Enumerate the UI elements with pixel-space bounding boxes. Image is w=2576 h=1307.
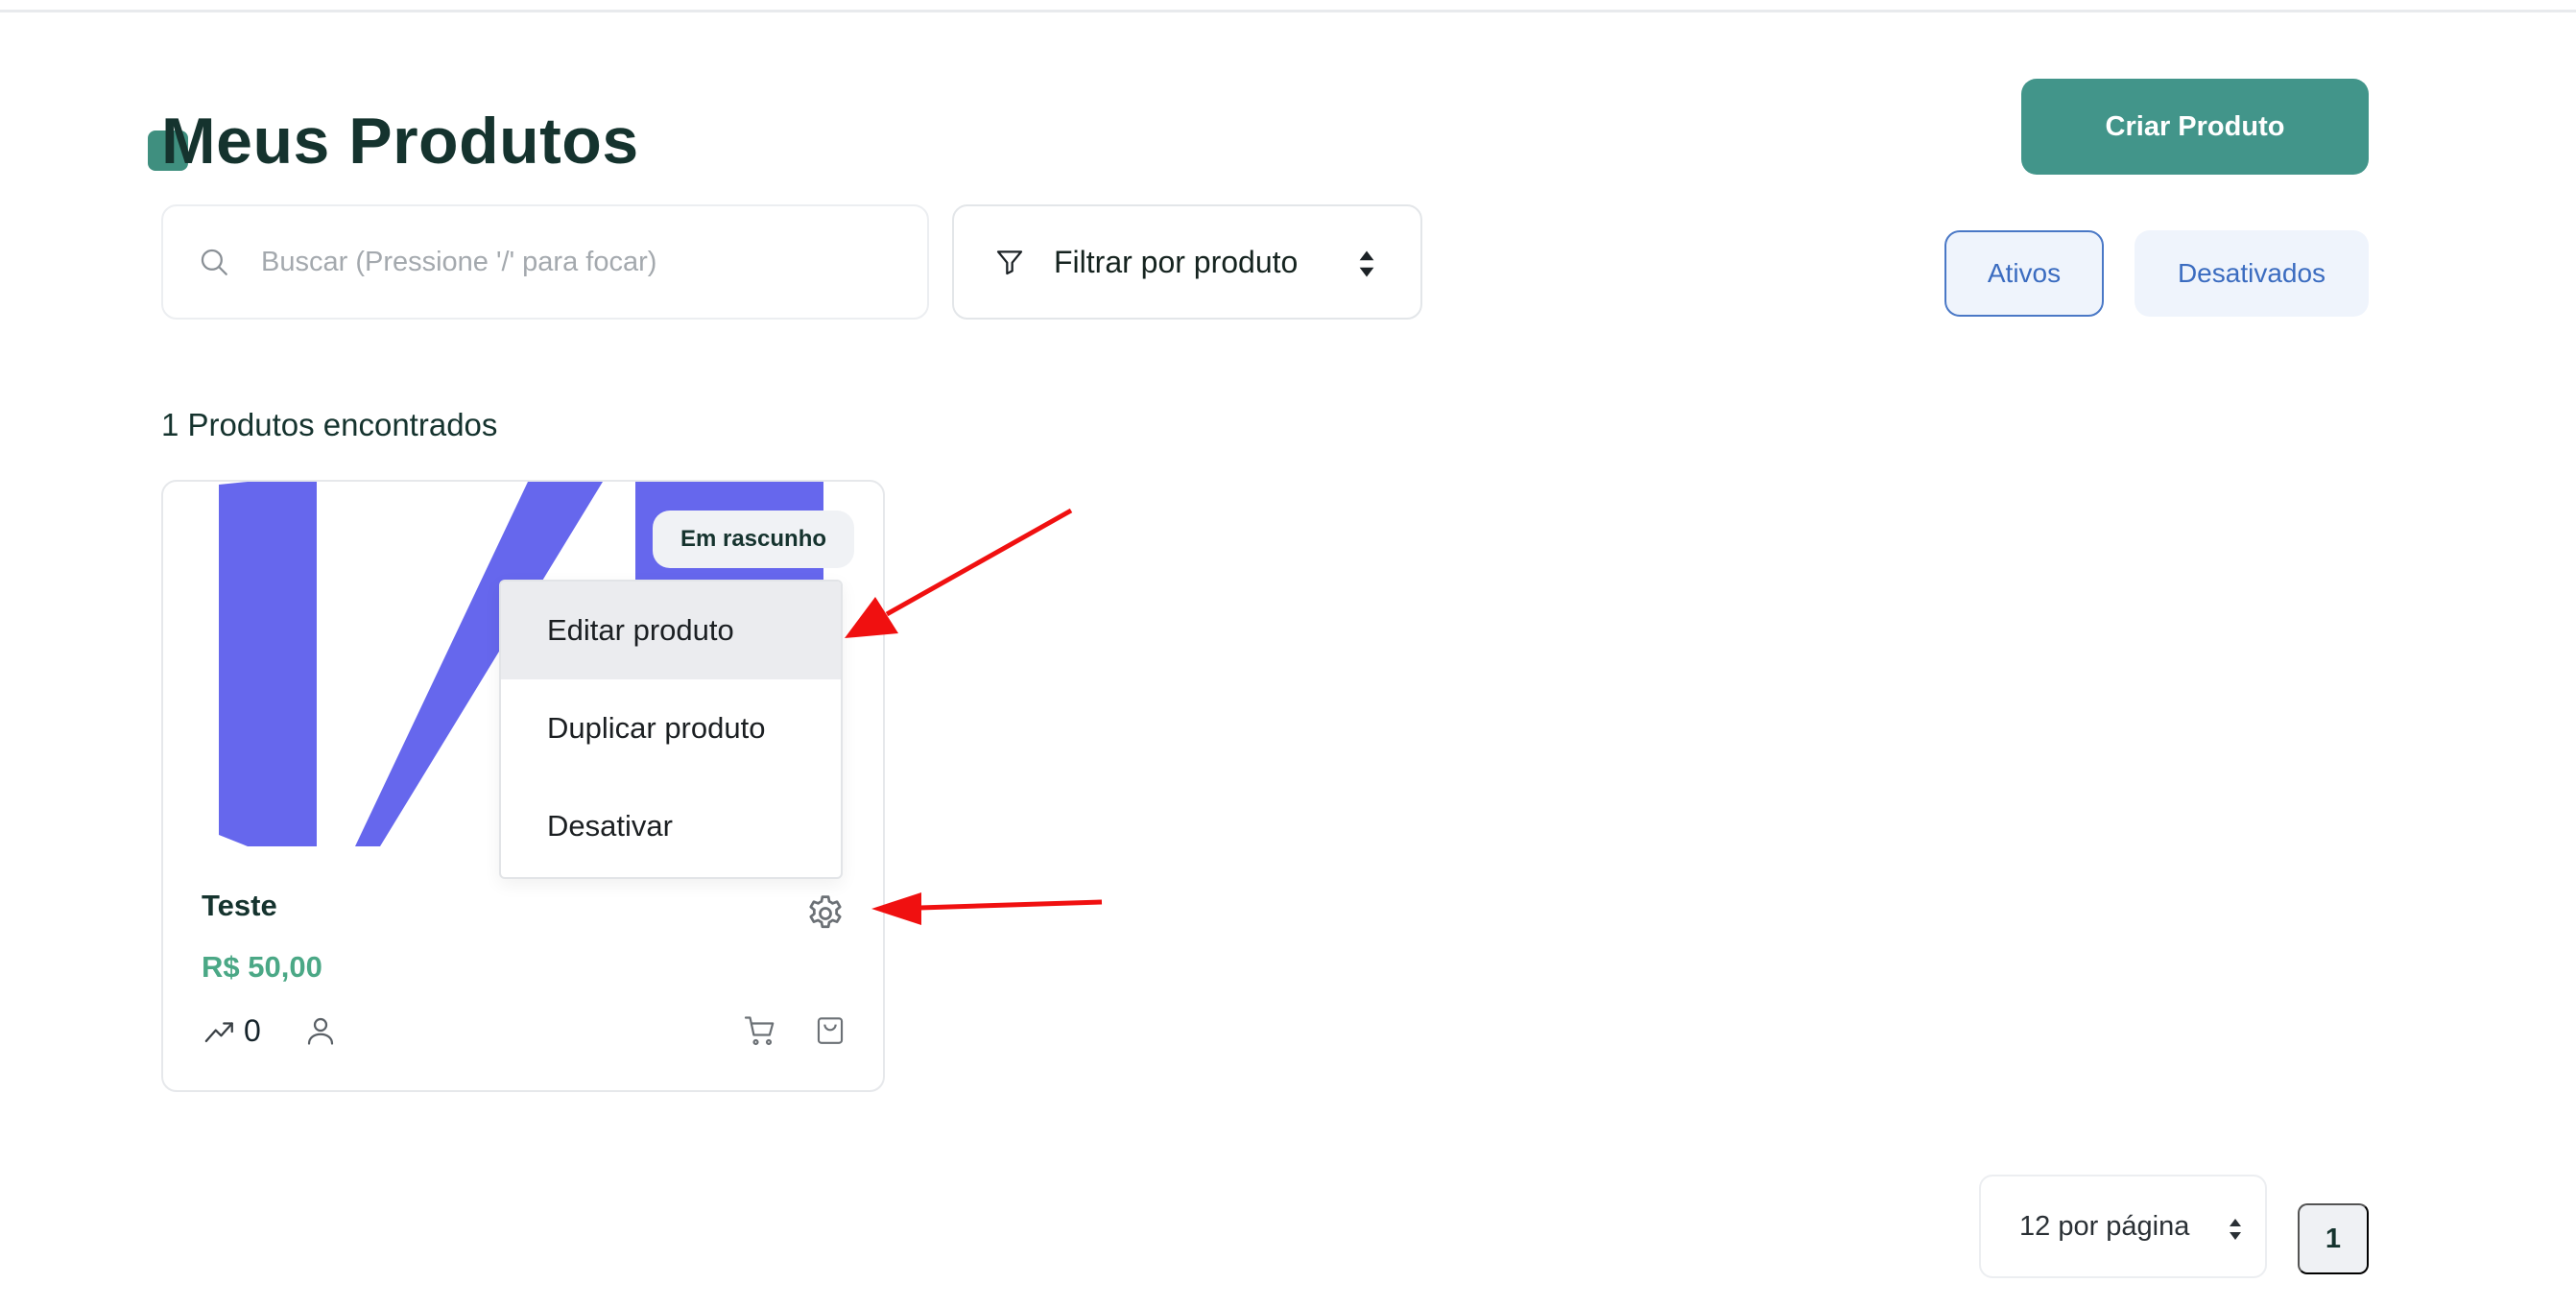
filter-icon (996, 250, 1023, 275)
menu-item-duplicate-product[interactable]: Duplicar produto (501, 679, 841, 777)
annotation-arrow-to-edit (885, 508, 1073, 617)
search-input[interactable] (261, 246, 875, 278)
product-context-menu: Editar produto Duplicar produto Desativa… (499, 580, 843, 879)
results-count: 1 Produtos encontrados (161, 407, 498, 442)
filter-selected-label: Filtrar por produto (1054, 244, 1299, 279)
shopping-bag-icon[interactable] (814, 1013, 847, 1048)
per-page-label: 12 por página (2019, 1210, 2190, 1242)
search-box[interactable] (161, 204, 929, 320)
search-icon (201, 249, 227, 275)
sales-count: 0 (244, 1013, 261, 1048)
menu-item-deactivate[interactable]: Desativar (501, 777, 841, 875)
select-caret-icon (1359, 250, 1374, 277)
menu-item-edit-product[interactable]: Editar produto (501, 582, 841, 679)
cart-icon[interactable] (743, 1013, 777, 1048)
product-name: Teste (202, 889, 277, 922)
create-product-button[interactable]: Criar Produto (2021, 79, 2369, 175)
items-per-page-select[interactable]: 12 por página (1979, 1175, 2267, 1278)
pagination-page-button[interactable]: 1 (2298, 1203, 2369, 1274)
annotation-arrow-to-gear (918, 899, 1103, 911)
trending-up-icon (204, 1022, 233, 1043)
product-filter-select[interactable]: Filtrar por produto (952, 204, 1422, 320)
settings-gear-icon[interactable] (804, 892, 847, 935)
draft-status-badge: Em rascunho (653, 511, 854, 568)
page-title: Meus Produtos (161, 105, 639, 178)
product-price: R$ 50,00 (202, 950, 322, 984)
tab-disabled-products[interactable]: Desativados (2135, 230, 2369, 317)
user-icon (307, 1017, 334, 1045)
tab-active-products[interactable]: Ativos (1944, 230, 2104, 317)
top-divider (0, 10, 2576, 12)
select-caret-icon (2230, 1219, 2241, 1240)
